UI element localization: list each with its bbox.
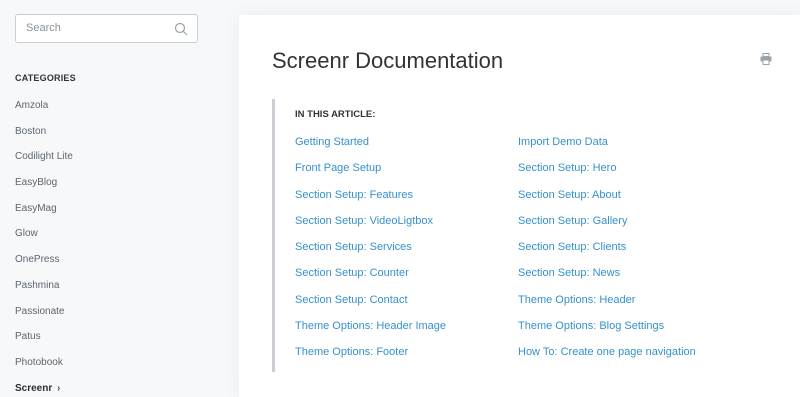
toc-item: Import Demo Data [518,136,696,162]
toc-link[interactable]: Section Setup: VideoLigtbox [295,215,433,227]
toc-link[interactable]: Theme Options: Blog Settings [518,320,664,332]
toc-link[interactable]: Section Setup: Clients [518,241,626,253]
toc-item: Section Setup: Contact [295,294,446,320]
print-icon[interactable] [760,53,772,65]
article-panel: Screenr Documentation IN THIS ARTICLE: G… [239,15,800,397]
toc-link[interactable]: Theme Options: Header [518,294,635,306]
category-label: EasyMag [15,202,57,214]
categories-heading: CATEGORIES [15,73,76,83]
toc-link[interactable]: Section Setup: Contact [295,294,408,306]
toc-link[interactable]: Section Setup: About [518,189,621,201]
toc-link[interactable]: Theme Options: Header Image [295,320,446,332]
category-label: EasyBlog [15,177,58,189]
category-item-patus[interactable]: Patus [15,331,73,357]
toc-link[interactable]: Section Setup: News [518,267,620,279]
category-item-amzola[interactable]: Amzola [15,100,73,126]
toc-link[interactable]: Section Setup: Services [295,241,412,253]
category-label: Screenr [15,382,53,394]
toc-item: Section Setup: Features [295,189,446,215]
toc-link[interactable]: Section Setup: Counter [295,267,409,279]
category-item-pashmina[interactable]: Pashmina [15,280,73,306]
toc-link[interactable]: Section Setup: Hero [518,162,616,174]
toc-link[interactable]: Front Page Setup [295,162,381,174]
toc-link[interactable]: Getting Started [295,136,369,148]
category-label: Patus [15,331,41,343]
page-title: Screenr Documentation [272,48,504,73]
search-input[interactable] [26,22,166,34]
category-item-photobook[interactable]: Photobook [15,357,73,383]
category-item-easymag[interactable]: EasyMag [15,203,73,229]
category-label: Photobook [15,356,63,368]
toc-heading: IN THIS ARTICLE: [295,109,376,120]
toc-item: Getting Started [295,136,446,162]
toc-column-right: Import Demo Data Section Setup: Hero Sec… [518,136,696,373]
toc-item: Theme Options: Header [518,294,696,320]
category-list: Amzola Boston Codilight Lite EasyBlog Ea… [15,100,73,397]
toc-link[interactable]: Section Setup: Gallery [518,215,627,227]
toc-item: Section Setup: About [518,189,696,215]
toc-item: Theme Options: Header Image [295,320,446,346]
toc-item: Theme Options: Footer [295,346,446,372]
toc-link[interactable]: Theme Options: Footer [295,346,408,358]
category-item-glow[interactable]: Glow [15,228,73,254]
toc-item: Front Page Setup [295,162,446,188]
category-label: Amzola [15,100,49,111]
toc-item: Section Setup: VideoLigtbox [295,215,446,241]
category-label: Passionate [15,305,65,317]
toc-item: Section Setup: Services [295,241,446,267]
category-item-easyblog[interactable]: EasyBlog [15,177,73,203]
sidebar: CATEGORIES Amzola Boston Codilight Lite … [0,0,214,397]
toc-item: Theme Options: Blog Settings [518,320,696,346]
toc-item: How To: Create one page navigation [518,346,696,372]
category-item-boston[interactable]: Boston [15,126,73,152]
chevron-right-icon: › [57,382,61,394]
category-label: Codilight Lite [15,151,73,163]
search-box[interactable] [15,14,198,43]
search-icon[interactable] [174,22,188,36]
toc-item: Section Setup: Hero [518,162,696,188]
category-label: Boston [15,125,47,137]
toc-link[interactable]: Section Setup: Features [295,189,413,201]
toc-item: Section Setup: Clients [518,241,696,267]
category-item-onepress[interactable]: OnePress [15,254,73,280]
category-label: Glow [15,228,38,240]
category-item-codilight-lite[interactable]: Codilight Lite [15,151,73,177]
toc-item: Section Setup: News [518,267,696,293]
category-item-passionate[interactable]: Passionate [15,306,73,332]
toc-column-left: Getting Started Front Page Setup Section… [295,136,446,373]
toc-link[interactable]: Import Demo Data [518,136,608,148]
category-label: Pashmina [15,279,60,291]
table-of-contents: IN THIS ARTICLE: Getting Started Front P… [272,99,752,372]
toc-item: Section Setup: Gallery [518,215,696,241]
toc-item: Section Setup: Counter [295,267,446,293]
category-label: OnePress [15,254,60,266]
toc-link[interactable]: How To: Create one page navigation [518,346,696,358]
category-item-screenr[interactable]: Screenr › [15,383,73,397]
